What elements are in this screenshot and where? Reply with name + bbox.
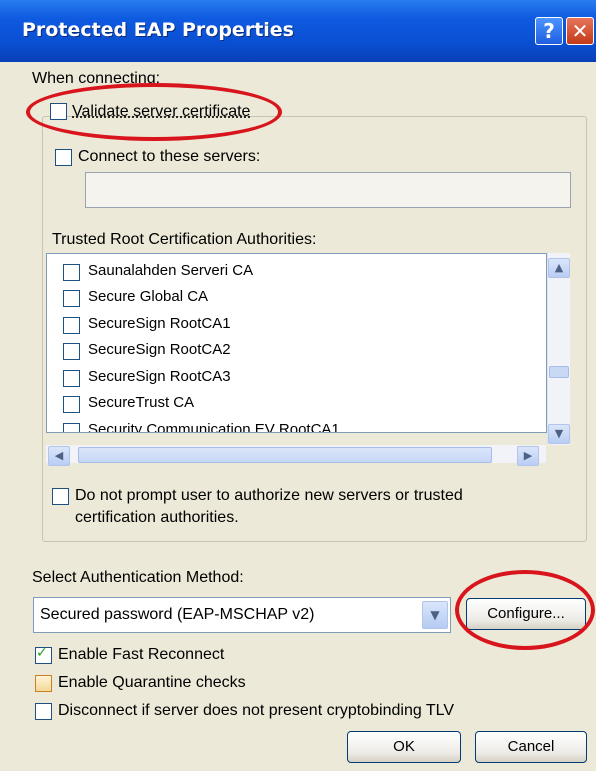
ca-list-item[interactable]: SecureSign RootCA3	[47, 364, 517, 390]
ok-button[interactable]: OK	[347, 731, 461, 763]
ca-list-item[interactable]: SecureTrust CA	[47, 390, 517, 416]
trusted-root-label: Trusted Root Certification Authorities:	[52, 231, 317, 248]
ca-list-item[interactable]: SecureSign RootCA1	[47, 311, 517, 337]
do-not-prompt-label-line1[interactable]: Do not prompt user to authorize new serv…	[75, 487, 463, 505]
ca-list-item[interactable]: Security Communication EV RootCA1	[47, 417, 517, 433]
scroll-up-arrow-icon[interactable]: ▲	[548, 258, 570, 278]
ca-checkbox[interactable]	[63, 317, 80, 334]
ca-checkbox[interactable]	[63, 423, 80, 432]
ca-label: SecureTrust CA	[88, 394, 195, 411]
ca-listbox[interactable]: Saunalahden Serveri CA Secure Global CA …	[46, 253, 547, 433]
ca-checkbox[interactable]	[63, 370, 80, 387]
auth-method-label: Select Authentication Method:	[32, 569, 244, 586]
ca-checkbox[interactable]	[63, 343, 80, 360]
cryptobinding-label[interactable]: Disconnect if server does not present cr…	[58, 702, 454, 720]
ca-label: Secure Global CA	[88, 288, 209, 305]
ca-label: SecureSign RootCA1	[88, 315, 231, 332]
scroll-right-arrow-icon[interactable]: ▶	[517, 446, 539, 466]
servers-input[interactable]	[85, 172, 571, 208]
quarantine-label[interactable]: Enable Quarantine checks	[58, 674, 246, 692]
vertical-scroll-thumb[interactable]	[549, 366, 569, 378]
close-button[interactable]: ✕	[566, 17, 594, 45]
ca-vertical-scrollbar[interactable]	[547, 253, 570, 445]
connect-servers-label[interactable]: Connect to these servers:	[78, 148, 260, 166]
fast-reconnect-checkbox[interactable]	[35, 645, 52, 664]
window-title: Protected EAP Properties	[22, 19, 294, 41]
annotation-circle-validate	[26, 83, 282, 141]
help-button[interactable]: ?	[535, 17, 563, 45]
scroll-down-arrow-icon[interactable]: ▼	[548, 424, 570, 444]
cancel-button[interactable]: Cancel	[475, 731, 587, 763]
ca-label: Saunalahden Serveri CA	[88, 262, 254, 279]
ca-list-item[interactable]: SecureSign RootCA2	[47, 337, 517, 363]
quarantine-checkbox[interactable]	[35, 675, 52, 692]
ca-label: SecureSign RootCA3	[88, 368, 231, 385]
horizontal-scroll-thumb[interactable]	[78, 447, 492, 463]
ca-list-item[interactable]: Secure Global CA	[47, 284, 517, 310]
chevron-down-icon[interactable]: ▼	[422, 601, 448, 629]
annotation-circle-configure	[455, 570, 595, 650]
cryptobinding-checkbox[interactable]	[35, 703, 52, 720]
fast-reconnect-label[interactable]: Enable Fast Reconnect	[58, 646, 224, 664]
ca-label: Security Communication EV RootCA1	[88, 421, 340, 433]
ca-list-item[interactable]: Saunalahden Serveri CA	[47, 258, 517, 284]
ca-checkbox[interactable]	[63, 264, 80, 281]
do-not-prompt-checkbox[interactable]	[52, 488, 69, 505]
connect-servers-checkbox[interactable]	[55, 149, 72, 166]
ca-checkbox[interactable]	[63, 396, 80, 413]
ca-label: SecureSign RootCA2	[88, 341, 231, 358]
ca-checkbox[interactable]	[63, 290, 80, 307]
do-not-prompt-label-line2[interactable]: certification authorities.	[75, 509, 239, 527]
auth-method-select[interactable]: Secured password (EAP-MSCHAP v2) ▼	[33, 597, 451, 633]
title-bar[interactable]: Protected EAP Properties ? ✕	[0, 0, 596, 62]
scroll-left-arrow-icon[interactable]: ◀	[48, 446, 70, 466]
auth-method-value: Secured password (EAP-MSCHAP v2)	[40, 606, 315, 623]
dialog-window: Protected EAP Properties ? ✕ When connec…	[0, 0, 596, 771]
